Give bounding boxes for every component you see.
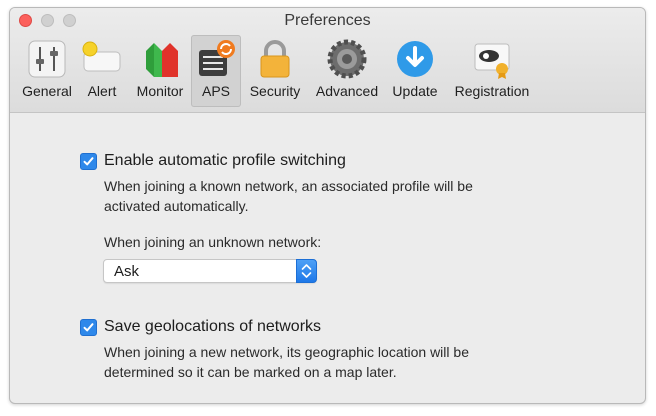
preferences-toolbar: General Alert Monitor APS Security Advan… [10,35,645,111]
preferences-window: Preferences General Alert Monitor APS Se… [9,7,646,404]
tab-advanced[interactable]: Advanced [312,35,382,107]
tab-registration[interactable]: Registration [448,35,536,107]
select-stepper[interactable] [296,259,317,283]
download-arrow-icon [397,41,433,77]
checkmark-icon [83,323,94,332]
tab-advanced-label: Advanced [315,83,379,99]
license-certificate-icon [474,43,510,79]
geolocation-checkbox[interactable] [80,319,97,336]
tab-general[interactable]: General [16,35,78,107]
tab-aps[interactable]: APS [191,35,241,107]
window-title: Preferences [284,12,371,29]
tab-update[interactable]: Update [387,35,443,107]
tab-monitor[interactable]: Monitor [129,35,191,107]
tab-security-label: Security [249,83,301,99]
geolocation-label[interactable]: Save geolocations of networks [104,318,321,336]
tab-alert[interactable]: Alert [78,35,126,107]
chevron-up-down-icon [301,264,312,278]
auto-switch-label[interactable]: Enable automatic profile switching [104,152,346,170]
titlebar: Preferences General Alert Monitor APS Se… [10,8,645,113]
tab-update-label: Update [392,83,438,99]
gear-icon [327,39,367,79]
tab-security[interactable]: Security [243,35,307,107]
unknown-network-label: When joining an unknown network: [104,234,322,250]
auto-switch-description: When joining a known network, an associa… [104,178,473,214]
geolocation-description: When joining a new network, its geograph… [104,344,469,380]
padlock-icon [260,40,290,78]
tab-general-label: General [22,83,72,99]
aps-profile-switch-icon [199,40,235,76]
aps-settings-panel: Enable automatic profile switching When … [10,113,645,403]
tab-aps-label: APS [201,83,230,99]
tab-monitor-label: Monitor [136,83,184,99]
auto-switch-checkbox[interactable] [80,153,97,170]
unknown-network-selected-value: Ask [114,263,140,280]
traffic-monitor-icon [146,43,178,77]
checkmark-icon [83,157,94,166]
tab-registration-label: Registration [454,83,530,99]
sliders-icon [28,40,66,78]
unknown-network-select[interactable]: Ask [103,259,317,283]
notification-banner-icon [82,41,121,72]
tab-alert-label: Alert [87,83,117,99]
